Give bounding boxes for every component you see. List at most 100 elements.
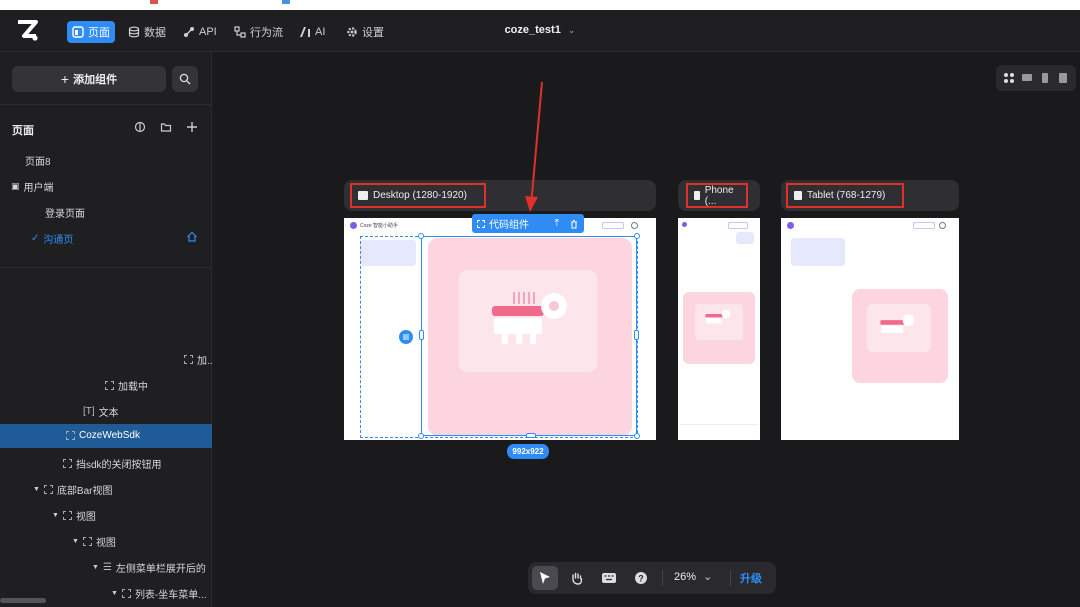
device-switcher [996, 65, 1076, 91]
move-up-icon[interactable]: ⤒ [555, 218, 559, 229]
coze-mini-logo-icon [350, 222, 357, 229]
search-button[interactable] [172, 66, 198, 92]
mini-button [602, 222, 624, 229]
keyboard-shortcuts-button[interactable] [596, 566, 622, 590]
tablet-frame-label-highlight: Tablet (768-1279) [786, 183, 904, 208]
mini-app-title [787, 222, 794, 229]
phone-frame[interactable] [678, 218, 760, 440]
container-icon [43, 485, 53, 494]
layer-item[interactable]: ▼ 视图 [72, 534, 116, 549]
layer-item[interactable]: ▼ ☰ 左侧菜单栏展开后的 [92, 560, 206, 575]
phone-icon [694, 191, 700, 200]
layer-item[interactable]: CozeWebSdk [66, 430, 140, 441]
mini-settings-icon [939, 222, 946, 229]
browser-top-strip [0, 0, 1080, 10]
mini-button [913, 222, 935, 229]
desktop-frame-label-highlight: Desktop (1280-1920) [350, 183, 486, 208]
resize-handle[interactable] [526, 433, 536, 438]
horizontal-scrollbar[interactable] [0, 598, 46, 603]
view-icon [82, 537, 92, 546]
resize-handle[interactable] [634, 233, 640, 239]
selected-code-component[interactable] [421, 236, 637, 436]
layer-label: CozeWebSdk [79, 430, 140, 441]
desktop-frame-header[interactable]: Desktop (1280-1920) [344, 180, 656, 211]
tab-marker-red [150, 0, 158, 4]
mini-button [728, 222, 748, 229]
resize-handle[interactable] [418, 233, 424, 239]
page-folder[interactable]: ▣ 用户端 [11, 179, 54, 194]
layer-item[interactable]: ▼ 底部Bar视图 [33, 482, 113, 497]
layer-item[interactable]: ▼ 列表-坐车菜单... [111, 586, 207, 601]
resize-handle[interactable] [419, 330, 424, 340]
mini-bottom-bar [680, 424, 758, 434]
mini-settings-icon [631, 222, 638, 229]
coze-mini-logo-icon [682, 222, 687, 227]
resize-handle[interactable] [418, 433, 424, 439]
layer-label: 挡sdk的关闭按钮用 [76, 460, 162, 471]
desktop-icon[interactable] [1021, 72, 1033, 84]
layer-item[interactable]: [T] 文本 [83, 404, 119, 419]
upgrade-button[interactable]: 升级 [740, 570, 762, 586]
page-folder-label: 用户端 [23, 183, 54, 194]
page-item-active[interactable]: ✓ 沟通页 [31, 231, 73, 246]
expand-triangle-icon[interactable]: ▼ [111, 590, 118, 597]
code-component-toolbar[interactable]: 代码组件 ⤒ [472, 214, 584, 233]
expand-triangle-icon[interactable]: ▼ [92, 564, 99, 571]
pages-section-title: 页面 [12, 125, 34, 137]
layer-item[interactable]: 挡sdk的关闭按钮用 [63, 456, 162, 471]
project-switcher[interactable]: coze_test1 ⌄ [0, 24, 1080, 36]
divider [662, 570, 663, 586]
tablet-frame-header[interactable]: Tablet (768-1279) [781, 180, 959, 211]
canvas-toolbar: ? 26% ⌄ 升级 [528, 562, 776, 594]
grid-view-icon[interactable] [1003, 72, 1015, 84]
phone-frame-header[interactable]: Phone (... [678, 180, 760, 211]
view-icon [62, 511, 72, 520]
add-folder-icon[interactable] [160, 121, 172, 133]
zoom-selector[interactable]: 26% ⌄ [674, 570, 712, 583]
expand-triangle-icon[interactable]: ▼ [72, 538, 79, 545]
page-item[interactable]: 登录页面 [45, 205, 85, 220]
expand-triangle-icon[interactable]: ▼ [52, 512, 59, 519]
coze-mini-logo-icon [787, 222, 794, 229]
mini-app-title [682, 222, 687, 227]
plus-icon: + [60, 71, 70, 87]
select-tool-button[interactable] [532, 566, 558, 590]
tablet-frame[interactable] [781, 218, 959, 440]
page-item-label: 沟通页 [43, 235, 74, 246]
code-component-placeholder-icon [705, 309, 731, 324]
divider [730, 570, 731, 586]
delete-icon[interactable] [569, 219, 579, 229]
resize-handle[interactable] [634, 330, 639, 340]
chevron-down-icon: ⌄ [703, 571, 713, 583]
toggle-visibility-icon[interactable] [134, 121, 146, 133]
layer-item[interactable]: 加载中 [105, 378, 148, 393]
help-button[interactable]: ? [628, 566, 654, 590]
add-page-icon[interactable] [186, 121, 198, 133]
folder-icon: ▣ [11, 181, 20, 191]
phone-icon[interactable] [1039, 72, 1051, 84]
left-sidebar: + 添加组件 页面 页面8 ▣ 用户端 登录页面 ✓ 沟通页 加... 加载中 … [0, 52, 215, 607]
layer-label: 加载中 [118, 382, 148, 393]
resize-handle[interactable] [634, 433, 640, 439]
zoom-value: 26% [674, 571, 697, 583]
tablet-icon[interactable] [1057, 72, 1069, 84]
code-component-label: 代码组件 [489, 220, 529, 231]
add-component-button[interactable]: + 添加组件 [12, 66, 166, 92]
svg-text:?: ? [638, 574, 644, 584]
page-item[interactable]: 页面8 [25, 153, 51, 168]
layer-item[interactable]: ▼ 视图 [52, 508, 96, 523]
container-icon [66, 431, 75, 440]
mini-sidecard [736, 232, 754, 244]
add-component-label: 添加组件 [73, 74, 118, 86]
hand-tool-button[interactable] [564, 566, 590, 590]
frame-label: Phone (... [704, 184, 734, 207]
selection-size-badge: 992x922 [507, 444, 549, 459]
home-page-icon[interactable] [186, 231, 198, 243]
layer-menu-icon[interactable] [399, 330, 413, 344]
mini-sidecard [791, 238, 845, 266]
search-icon [179, 73, 191, 85]
tablet-icon [794, 191, 802, 200]
layer-item[interactable]: 加... [184, 352, 215, 367]
expand-triangle-icon[interactable]: ▼ [33, 486, 40, 493]
keyboard-icon [602, 573, 616, 583]
